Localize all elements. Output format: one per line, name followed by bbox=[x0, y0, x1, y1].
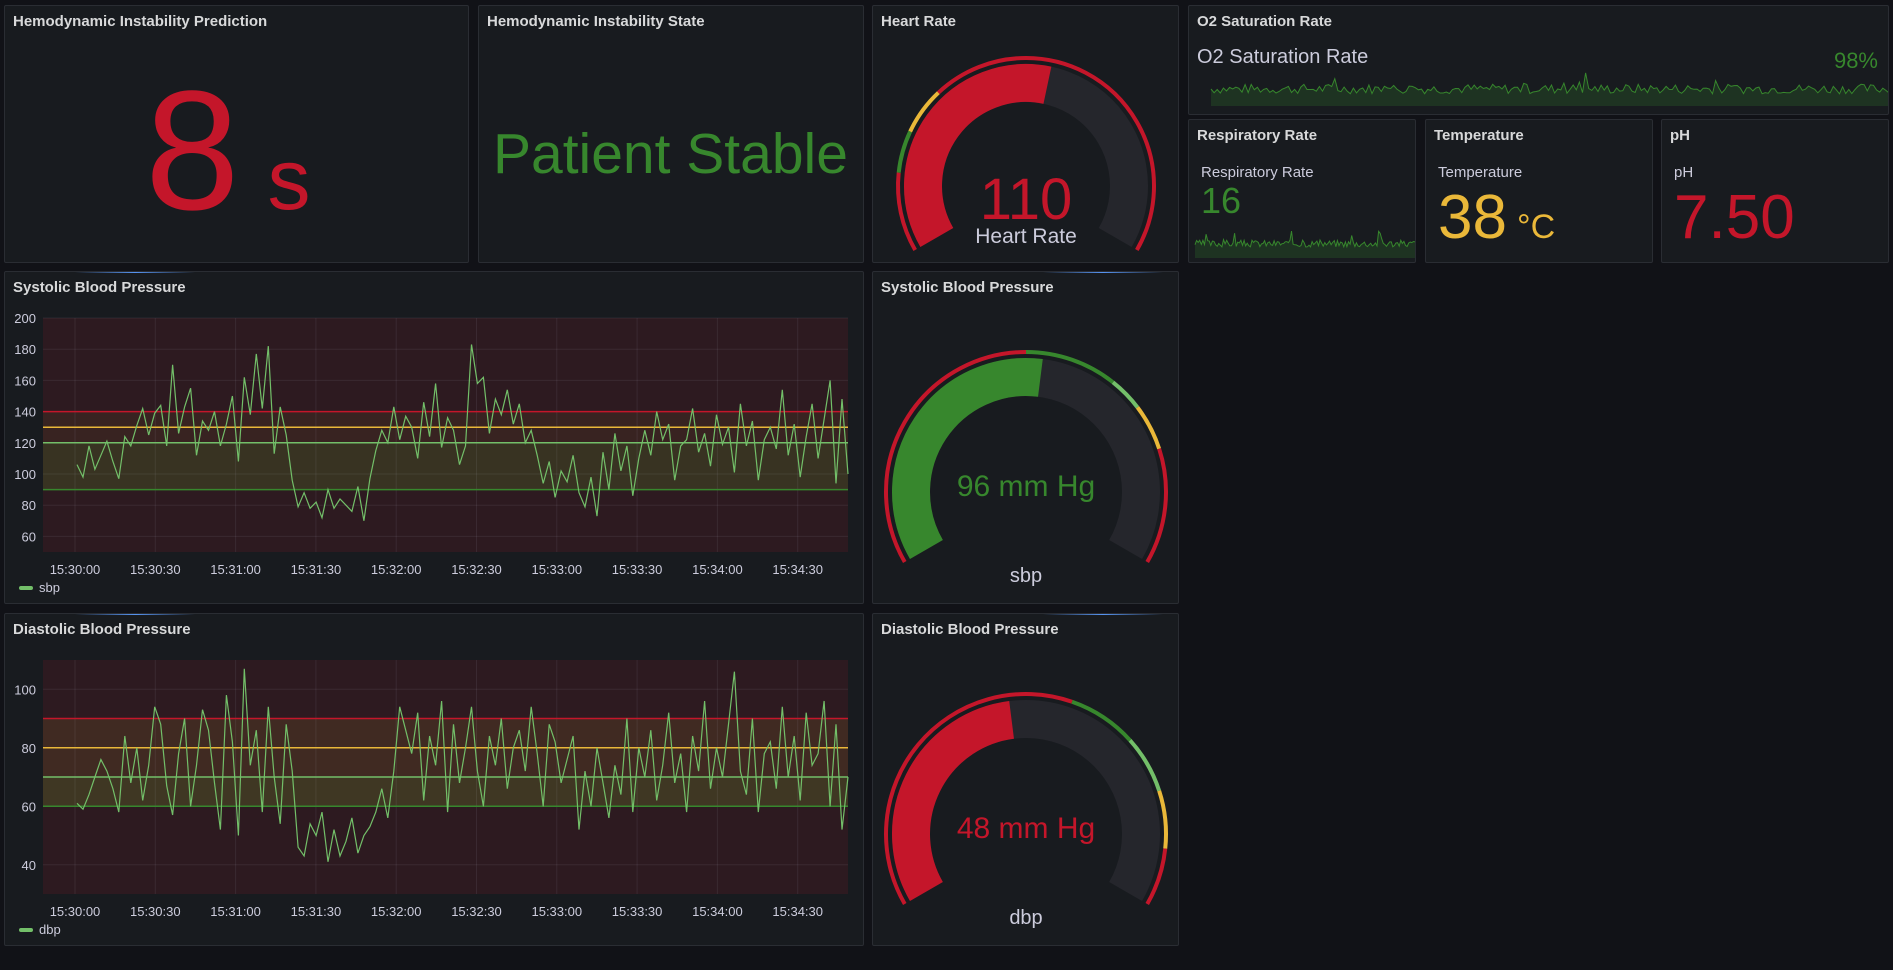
x-tick-label: 15:32:30 bbox=[451, 562, 502, 577]
heart-rate-label: Heart Rate bbox=[975, 225, 1077, 248]
x-tick-label: 15:34:30 bbox=[772, 904, 823, 919]
x-tick-label: 15:30:30 bbox=[130, 904, 181, 919]
y-tick-label: 140 bbox=[14, 405, 36, 420]
y-tick-label: 60 bbox=[22, 799, 36, 814]
panel-title: Hemodynamic Instability Prediction bbox=[13, 13, 268, 30]
x-tick-label: 15:30:00 bbox=[50, 562, 101, 577]
x-tick-label: 15:33:00 bbox=[531, 904, 582, 919]
x-tick-label: 15:34:30 bbox=[772, 562, 823, 577]
dbp-gauge: 48 mm Hg dbp bbox=[884, 692, 1168, 929]
resp-panel[interactable]: Respiratory Rate Respiratory Rate 16 bbox=[1188, 119, 1416, 263]
dbp-chart-panel[interactable]: Diastolic Blood Pressure 100 80 60 40 15:30:… bbox=[4, 613, 864, 946]
x-tick-label: 15:32:30 bbox=[451, 904, 502, 919]
dbp-gauge-label: dbp bbox=[1009, 907, 1042, 929]
o2-sparkline bbox=[1210, 72, 1888, 106]
dbp-gauge-panel[interactable]: Diastolic Blood Pressure 48 mm Hg dbp bbox=[872, 613, 1179, 946]
y-tick-label: 80 bbox=[22, 741, 36, 756]
sbp-gauge: 96 mm Hg sbp bbox=[884, 350, 1168, 587]
chart-threshold-band bbox=[43, 442, 848, 490]
x-tick-label: 15:34:00 bbox=[692, 562, 743, 577]
y-tick-label: 40 bbox=[22, 858, 36, 873]
state-value: Patient Stable bbox=[493, 122, 848, 186]
y-tick-label: 60 bbox=[22, 529, 36, 544]
y-tick-label: 160 bbox=[14, 373, 36, 388]
state-panel[interactable]: Hemodynamic Instability State Patient St… bbox=[478, 5, 864, 263]
y-tick-label: 200 bbox=[14, 311, 36, 326]
x-tick-label: 15:31:00 bbox=[210, 904, 261, 919]
prediction-value: 8s bbox=[145, 56, 311, 246]
y-tick-label: 120 bbox=[14, 436, 36, 451]
resp-sparkline bbox=[1194, 230, 1415, 258]
y-tick-label: 100 bbox=[14, 467, 36, 482]
x-tick-label: 15:30:00 bbox=[50, 904, 101, 919]
sbp-timeseries: 200 180 160 140 120 100 80 60 15:30:00 15:30:30 15… bbox=[14, 311, 849, 577]
x-tick-label: 15:31:30 bbox=[291, 562, 342, 577]
x-tick-label: 15:32:00 bbox=[371, 904, 422, 919]
heart-rate-panel[interactable]: Heart Rate 110 Heart Rate bbox=[872, 5, 1179, 263]
x-tick-label: 15:34:00 bbox=[692, 904, 743, 919]
x-tick-label: 15:33:30 bbox=[612, 904, 663, 919]
dbp-legend[interactable]: dbp bbox=[19, 922, 61, 937]
panel-title: pH bbox=[1670, 127, 1690, 144]
sbp-gauge-label: sbp bbox=[1010, 565, 1042, 587]
dbp-timeseries: 100 80 60 40 15:30:00 15:30:30 15:31:00 15:31:3… bbox=[14, 660, 849, 919]
sbp-chart-panel[interactable]: Systolic Blood Pressure 200 180 160 140 120 1… bbox=[4, 271, 864, 604]
temp-value: 38 °C bbox=[1438, 183, 1556, 252]
gauge-value-arc bbox=[892, 358, 1043, 559]
x-tick-label: 15:31:00 bbox=[210, 562, 261, 577]
prediction-panel[interactable]: Hemodynamic Instability Prediction 8s bbox=[4, 5, 469, 263]
legend-swatch bbox=[19, 927, 33, 932]
y-tick-label: 100 bbox=[14, 682, 36, 697]
x-tick-label: 15:32:00 bbox=[371, 562, 422, 577]
temp-inner-title: Temperature bbox=[1438, 164, 1523, 181]
heart-rate-gauge: 110 Heart Rate bbox=[896, 56, 1156, 251]
dbp-gauge-value: 48 mm Hg bbox=[957, 812, 1095, 845]
gauge-value-arc bbox=[892, 701, 1015, 901]
x-tick-label: 15:31:30 bbox=[291, 904, 342, 919]
sbp-gauge-panel[interactable]: Systolic Blood Pressure 96 mm Hg sbp bbox=[872, 271, 1179, 604]
ph-value: 7.50 bbox=[1674, 183, 1795, 252]
ph-inner-title: pH bbox=[1674, 164, 1694, 181]
temp-panel[interactable]: Temperature Temperature 38 °C bbox=[1425, 119, 1653, 263]
panel-title: Temperature bbox=[1434, 127, 1524, 144]
heart-rate-value: 110 bbox=[980, 167, 1072, 232]
ph-panel[interactable]: pH pH 7.50 bbox=[1661, 119, 1889, 263]
y-tick-label: 180 bbox=[14, 342, 36, 357]
legend-swatch bbox=[19, 585, 33, 590]
sbp-gauge-value: 96 mm Hg bbox=[957, 470, 1095, 503]
sbp-legend[interactable]: sbp bbox=[19, 580, 60, 595]
o2-panel[interactable]: O2 Saturation Rate O2 Saturation Rate 98… bbox=[1188, 5, 1889, 115]
y-tick-label: 80 bbox=[22, 498, 36, 513]
x-tick-label: 15:33:30 bbox=[612, 562, 663, 577]
panel-title: Hemodynamic Instability State bbox=[487, 13, 705, 30]
x-tick-label: 15:30:30 bbox=[130, 562, 181, 577]
x-tick-label: 15:33:00 bbox=[531, 562, 582, 577]
gauge-threshold-3 bbox=[1157, 790, 1168, 849]
